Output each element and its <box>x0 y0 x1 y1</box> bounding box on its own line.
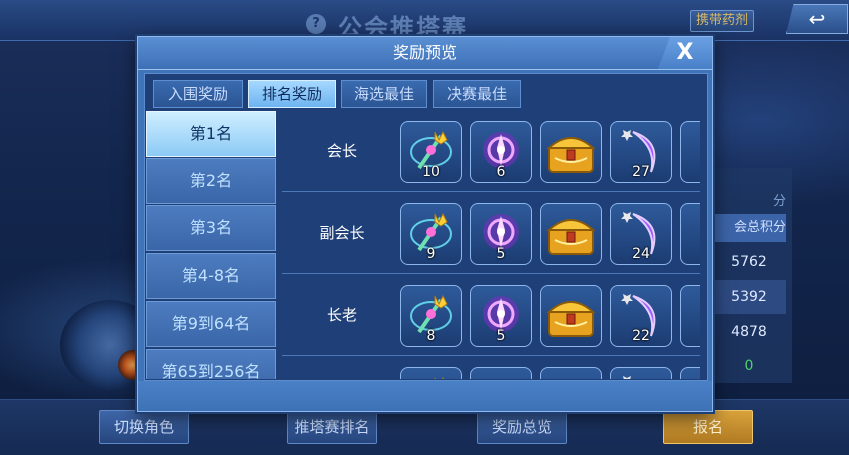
item-count: 6 <box>496 164 506 180</box>
rank-list: 第1名 第2名 第3名 第4-8名 第9到64名 第65到256名 <box>146 111 278 379</box>
sign-up-button[interactable]: 报名 <box>663 410 753 444</box>
reward-slot-partial[interactable] <box>680 367 700 379</box>
score-value: 4878 <box>731 324 767 340</box>
reward-slot-partial[interactable] <box>680 285 700 347</box>
item-count: 5 <box>496 246 506 262</box>
crown-staff-icon[interactable] <box>400 367 462 379</box>
reward-row: 会长 10 6 27 <box>282 111 700 192</box>
rank-item-9-64[interactable]: 第9到64名 <box>146 301 276 347</box>
crown-staff-icon[interactable]: 10 <box>400 121 462 183</box>
rank-item-3[interactable]: 第3名 <box>146 205 276 251</box>
rank-item-65-256[interactable]: 第65到256名 <box>146 349 276 379</box>
tab-ranking-reward[interactable]: 排名奖励 <box>248 80 336 108</box>
purple-gem-icon[interactable]: 5 <box>470 285 532 347</box>
crown-staff-icon[interactable]: 8 <box>400 285 462 347</box>
crescent-scroll-icon[interactable] <box>610 367 672 379</box>
tab-preliminary-best[interactable]: 海选最佳 <box>341 80 427 108</box>
rank-item-1[interactable]: 第1名 <box>146 111 276 157</box>
reward-preview-modal: 奖励预览 X 入围奖励 排名奖励 海选最佳 决赛最佳 第1名 第2名 第3名 第… <box>137 36 713 412</box>
role-label: 长老 <box>326 306 357 324</box>
score-value: 0 <box>744 358 754 374</box>
crown-staff-icon[interactable]: 9 <box>400 203 462 265</box>
reward-row: 长老 8 5 22 <box>282 275 700 356</box>
item-count: 9 <box>426 246 436 262</box>
item-count: 8 <box>426 328 436 344</box>
purple-gem-icon[interactable]: 5 <box>470 203 532 265</box>
item-count: 5 <box>496 328 506 344</box>
gold-chest-icon[interactable] <box>540 285 602 347</box>
item-count: 22 <box>632 328 650 344</box>
item-count: 10 <box>422 164 440 180</box>
help-icon[interactable]: ? <box>306 14 326 34</box>
reward-overview-button[interactable]: 奖励总览 <box>477 410 567 444</box>
item-count: 27 <box>632 164 650 180</box>
crescent-scroll-icon[interactable]: 22 <box>610 285 672 347</box>
gold-chest-icon[interactable] <box>540 121 602 183</box>
score-value: 5762 <box>731 254 767 270</box>
role-label: 副会长 <box>319 224 365 242</box>
crescent-scroll-icon[interactable]: 24 <box>610 203 672 265</box>
gold-chest-icon[interactable] <box>540 367 602 379</box>
item-count: 24 <box>632 246 650 262</box>
purple-gem-icon[interactable]: 6 <box>470 121 532 183</box>
switch-role-button[interactable]: 切换角色 <box>99 410 189 444</box>
purple-gem-icon[interactable] <box>470 367 532 379</box>
role-label: 会长 <box>326 142 357 160</box>
rank-item-2[interactable]: 第2名 <box>146 158 276 204</box>
score-value: 5392 <box>712 280 786 314</box>
modal-footer <box>138 381 712 411</box>
reward-list: 会长 10 6 27 副会长 9 5 24 长老 8 5 22 <box>282 111 700 379</box>
reward-slot-partial[interactable] <box>680 203 700 265</box>
reward-slot-partial[interactable] <box>680 121 700 183</box>
crescent-scroll-icon[interactable]: 27 <box>610 121 672 183</box>
rank-item-4-8[interactable]: 第4-8名 <box>146 253 276 299</box>
tower-ranking-button[interactable]: 推塔赛排名 <box>287 410 377 444</box>
tab-qualifier-reward[interactable]: 入围奖励 <box>153 80 243 108</box>
reward-row <box>282 357 700 379</box>
back-arrow-icon[interactable]: ↩ <box>786 4 848 34</box>
carry-potion-button[interactable]: 携带药剂 <box>690 10 754 32</box>
tab-final-best[interactable]: 决赛最佳 <box>433 80 521 108</box>
role-label <box>282 357 402 379</box>
modal-title: 奖励预览 <box>392 43 457 62</box>
close-icon: X <box>676 40 694 65</box>
reward-row: 副会长 9 5 24 <box>282 193 700 274</box>
gold-chest-icon[interactable] <box>540 203 602 265</box>
